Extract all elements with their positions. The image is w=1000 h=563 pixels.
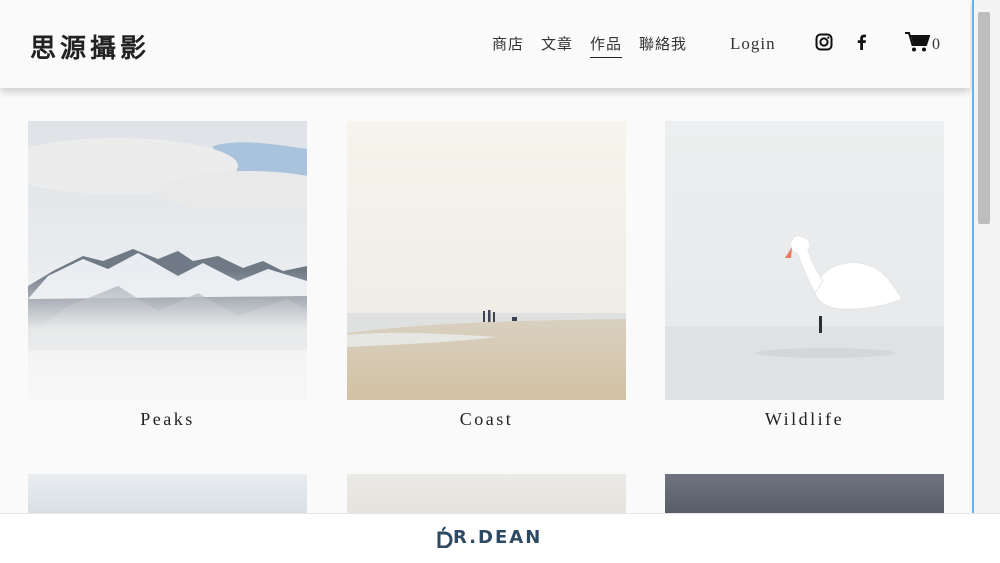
login-link[interactable]: Login (730, 34, 776, 54)
gallery-image-row2-2[interactable] (347, 474, 626, 513)
footer-brand[interactable]: R.DEAN (437, 526, 542, 548)
scrollbar-thumb[interactable] (978, 12, 990, 224)
cart-icon (905, 32, 930, 52)
gallery-image-coast[interactable] (347, 121, 626, 400)
page: 思源攝影 商店 文章 作品 聯絡我 Login 0 Peaks Coast Wi… (0, 0, 972, 513)
instagram-icon[interactable] (815, 33, 833, 51)
page-scrollbar[interactable] (972, 0, 1000, 513)
nav-item-articles[interactable]: 文章 (541, 33, 573, 58)
gallery-caption[interactable]: Coast (347, 409, 626, 430)
site-header: 思源攝影 商店 文章 作品 聯絡我 Login 0 (0, 0, 970, 88)
brand-text: R.DEAN (453, 526, 543, 548)
nav-item-contact[interactable]: 聯絡我 (639, 33, 687, 58)
main-nav: 商店 文章 作品 聯絡我 (492, 33, 704, 58)
nav-item-shop[interactable]: 商店 (492, 33, 524, 58)
gallery-image-row2-1[interactable] (28, 474, 307, 513)
site-logo[interactable]: 思源攝影 (30, 28, 150, 65)
gallery-image-peaks[interactable] (28, 121, 307, 400)
gallery-caption[interactable]: Peaks (28, 409, 307, 430)
gallery-caption[interactable]: Wildlife (665, 409, 944, 430)
gallery-image-wildlife[interactable] (665, 121, 944, 400)
footer-bar: R.DEAN (0, 513, 1000, 563)
facebook-icon[interactable] (853, 33, 871, 51)
cart-count: 0 (932, 36, 940, 53)
nav-item-works[interactable]: 作品 (590, 33, 623, 58)
cart-button[interactable]: 0 (905, 31, 940, 53)
gallery-image-row2-3[interactable] (665, 474, 944, 513)
brand-d-icon (437, 526, 453, 548)
